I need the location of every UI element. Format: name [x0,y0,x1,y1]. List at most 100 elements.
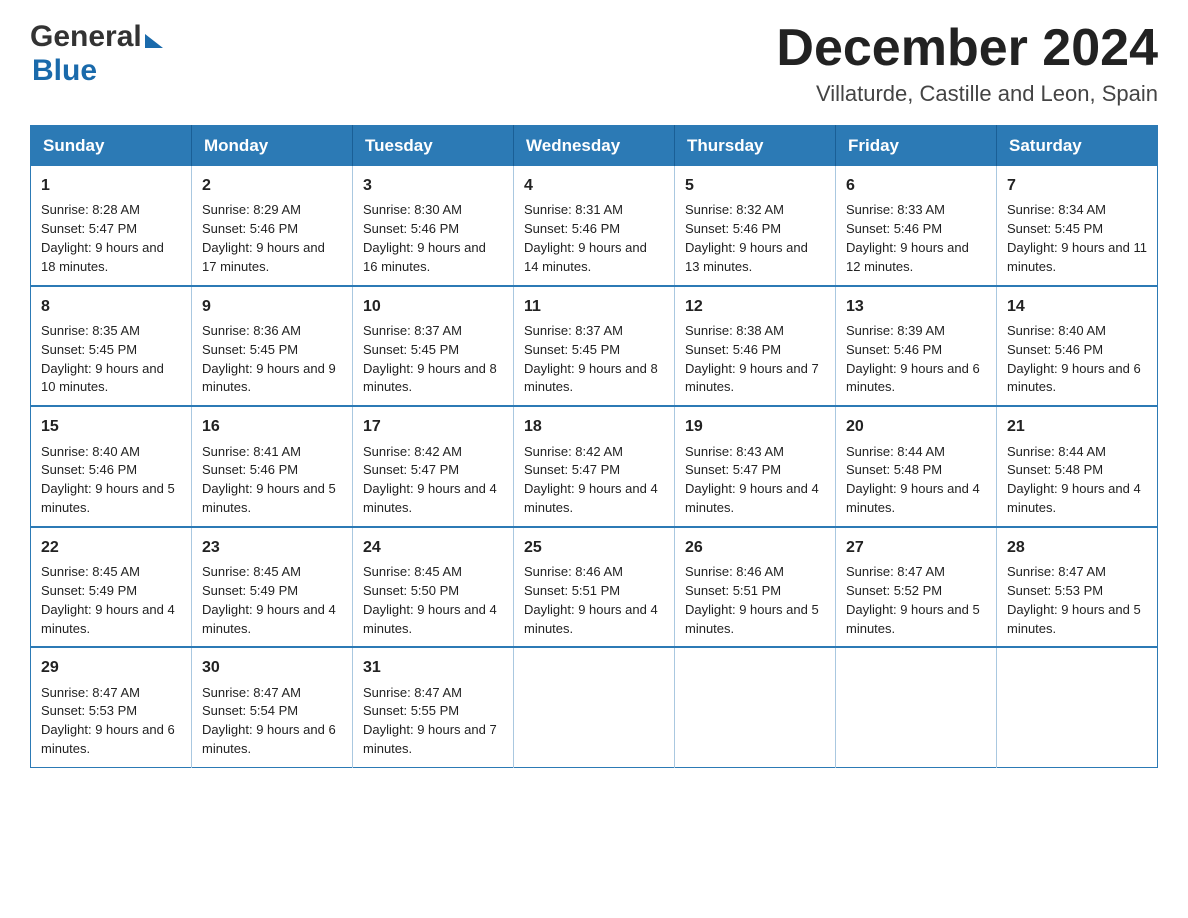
calendar-cell: 30 Sunrise: 8:47 AMSunset: 5:54 PMDayligh… [192,647,353,767]
weekday-header-friday: Friday [836,126,997,167]
calendar-week-row: 22 Sunrise: 8:45 AMSunset: 5:49 PMDayligh… [31,527,1158,648]
calendar-cell [836,647,997,767]
calendar-cell: 28Sunrise: 8:47 AMSunset: 5:53 PMDayligh… [997,527,1158,648]
calendar-cell: 17 Sunrise: 8:42 AMSunset: 5:47 PMDayligh… [353,406,514,527]
day-number: 16 [202,415,342,438]
day-number: 2 [202,174,342,197]
day-info: Sunrise: 8:46 AMSunset: 5:51 PMDaylight:… [524,563,664,638]
day-info: Sunrise: 8:30 AMSunset: 5:46 PMDaylight:… [363,201,503,276]
calendar-week-row: 8 Sunrise: 8:35 AMSunset: 5:45 PMDaylight… [31,286,1158,407]
day-number: 10 [363,295,503,318]
header: General Blue December 2024 Villaturde, C… [30,20,1158,107]
calendar-cell: 12Sunrise: 8:38 AMSunset: 5:46 PMDayligh… [675,286,836,407]
calendar-cell: 14 Sunrise: 8:40 AMSunset: 5:46 PMDayligh… [997,286,1158,407]
calendar-cell: 31 Sunrise: 8:47 AMSunset: 5:55 PMDayligh… [353,647,514,767]
day-number: 17 [363,415,503,438]
day-number: 8 [41,295,181,318]
day-info: Sunrise: 8:45 AMSunset: 5:49 PMDaylight:… [202,563,342,638]
day-number: 29 [41,656,181,679]
day-number: 4 [524,174,664,197]
location-title: Villaturde, Castille and Leon, Spain [776,81,1158,107]
day-number: 15 [41,415,181,438]
logo-general-text: General [30,20,142,54]
day-number: 13 [846,295,986,318]
day-number: 9 [202,295,342,318]
day-number: 1 [41,174,181,197]
day-info: Sunrise: 8:45 AMSunset: 5:50 PMDaylight:… [363,563,503,638]
day-number: 21 [1007,415,1147,438]
day-info: Sunrise: 8:47 AMSunset: 5:53 PMDaylight:… [1007,563,1147,638]
calendar-cell: 18Sunrise: 8:42 AMSunset: 5:47 PMDayligh… [514,406,675,527]
calendar-week-row: 1 Sunrise: 8:28 AMSunset: 5:47 PMDaylight… [31,166,1158,286]
calendar-cell: 26 Sunrise: 8:46 AMSunset: 5:51 PMDayligh… [675,527,836,648]
day-number: 14 [1007,295,1147,318]
day-number: 26 [685,536,825,559]
calendar-cell: 15 Sunrise: 8:40 AMSunset: 5:46 PMDayligh… [31,406,192,527]
day-info: Sunrise: 8:28 AMSunset: 5:47 PMDaylight:… [41,201,181,276]
calendar-cell: 20 Sunrise: 8:44 AMSunset: 5:48 PMDayligh… [836,406,997,527]
day-number: 31 [363,656,503,679]
day-info: Sunrise: 8:35 AMSunset: 5:45 PMDaylight:… [41,322,181,397]
day-number: 20 [846,415,986,438]
day-number: 5 [685,174,825,197]
day-number: 7 [1007,174,1147,197]
day-info: Sunrise: 8:44 AMSunset: 5:48 PMDaylight:… [846,443,986,518]
logo-blue-text: Blue [32,54,97,87]
calendar-cell: 3 Sunrise: 8:30 AMSunset: 5:46 PMDaylight… [353,166,514,286]
day-info: Sunrise: 8:44 AMSunset: 5:48 PMDaylight:… [1007,443,1147,518]
calendar-cell: 23 Sunrise: 8:45 AMSunset: 5:49 PMDayligh… [192,527,353,648]
calendar-cell: 16Sunrise: 8:41 AMSunset: 5:46 PMDayligh… [192,406,353,527]
day-number: 19 [685,415,825,438]
day-number: 6 [846,174,986,197]
weekday-header-sunday: Sunday [31,126,192,167]
day-info: Sunrise: 8:38 AMSunset: 5:46 PMDaylight:… [685,322,825,397]
day-info: Sunrise: 8:45 AMSunset: 5:49 PMDaylight:… [41,563,181,638]
day-info: Sunrise: 8:46 AMSunset: 5:51 PMDaylight:… [685,563,825,638]
month-title: December 2024 [776,20,1158,77]
day-number: 30 [202,656,342,679]
weekday-header-row: SundayMondayTuesdayWednesdayThursdayFrid… [31,126,1158,167]
day-info: Sunrise: 8:29 AMSunset: 5:46 PMDaylight:… [202,201,342,276]
calendar-week-row: 29 Sunrise: 8:47 AMSunset: 5:53 PMDayligh… [31,647,1158,767]
day-info: Sunrise: 8:36 AMSunset: 5:45 PMDaylight:… [202,322,342,397]
calendar-week-row: 15 Sunrise: 8:40 AMSunset: 5:46 PMDayligh… [31,406,1158,527]
calendar-cell: 9 Sunrise: 8:36 AMSunset: 5:45 PMDaylight… [192,286,353,407]
calendar-cell [514,647,675,767]
day-number: 22 [41,536,181,559]
day-number: 23 [202,536,342,559]
calendar-cell: 29 Sunrise: 8:47 AMSunset: 5:53 PMDayligh… [31,647,192,767]
calendar-cell [675,647,836,767]
calendar-cell: 11 Sunrise: 8:37 AMSunset: 5:45 PMDayligh… [514,286,675,407]
day-info: Sunrise: 8:40 AMSunset: 5:46 PMDaylight:… [41,443,181,518]
weekday-header-thursday: Thursday [675,126,836,167]
day-info: Sunrise: 8:42 AMSunset: 5:47 PMDaylight:… [524,443,664,518]
day-info: Sunrise: 8:34 AMSunset: 5:45 PMDaylight:… [1007,201,1147,276]
calendar-cell: 10Sunrise: 8:37 AMSunset: 5:45 PMDayligh… [353,286,514,407]
calendar-cell: 5Sunrise: 8:32 AMSunset: 5:46 PMDaylight… [675,166,836,286]
calendar-cell: 25Sunrise: 8:46 AMSunset: 5:51 PMDayligh… [514,527,675,648]
title-area: December 2024 Villaturde, Castille and L… [776,20,1158,107]
day-info: Sunrise: 8:47 AMSunset: 5:54 PMDaylight:… [202,684,342,759]
day-info: Sunrise: 8:42 AMSunset: 5:47 PMDaylight:… [363,443,503,518]
day-info: Sunrise: 8:31 AMSunset: 5:46 PMDaylight:… [524,201,664,276]
day-info: Sunrise: 8:47 AMSunset: 5:53 PMDaylight:… [41,684,181,759]
weekday-header-saturday: Saturday [997,126,1158,167]
logo-chevron-icon [145,34,163,48]
day-info: Sunrise: 8:39 AMSunset: 5:46 PMDaylight:… [846,322,986,397]
calendar-cell: 6 Sunrise: 8:33 AMSunset: 5:46 PMDaylight… [836,166,997,286]
day-info: Sunrise: 8:33 AMSunset: 5:46 PMDaylight:… [846,201,986,276]
calendar-cell: 8 Sunrise: 8:35 AMSunset: 5:45 PMDaylight… [31,286,192,407]
calendar-cell [997,647,1158,767]
day-number: 11 [524,295,664,318]
day-info: Sunrise: 8:37 AMSunset: 5:45 PMDaylight:… [524,322,664,397]
day-info: Sunrise: 8:47 AMSunset: 5:55 PMDaylight:… [363,684,503,759]
day-number: 3 [363,174,503,197]
day-info: Sunrise: 8:43 AMSunset: 5:47 PMDaylight:… [685,443,825,518]
calendar-table: SundayMondayTuesdayWednesdayThursdayFrid… [30,125,1158,768]
calendar-cell: 2 Sunrise: 8:29 AMSunset: 5:46 PMDaylight… [192,166,353,286]
weekday-header-tuesday: Tuesday [353,126,514,167]
calendar-cell: 13 Sunrise: 8:39 AMSunset: 5:46 PMDayligh… [836,286,997,407]
day-info: Sunrise: 8:40 AMSunset: 5:46 PMDaylight:… [1007,322,1147,397]
calendar-cell: 24Sunrise: 8:45 AMSunset: 5:50 PMDayligh… [353,527,514,648]
calendar-cell: 1 Sunrise: 8:28 AMSunset: 5:47 PMDaylight… [31,166,192,286]
